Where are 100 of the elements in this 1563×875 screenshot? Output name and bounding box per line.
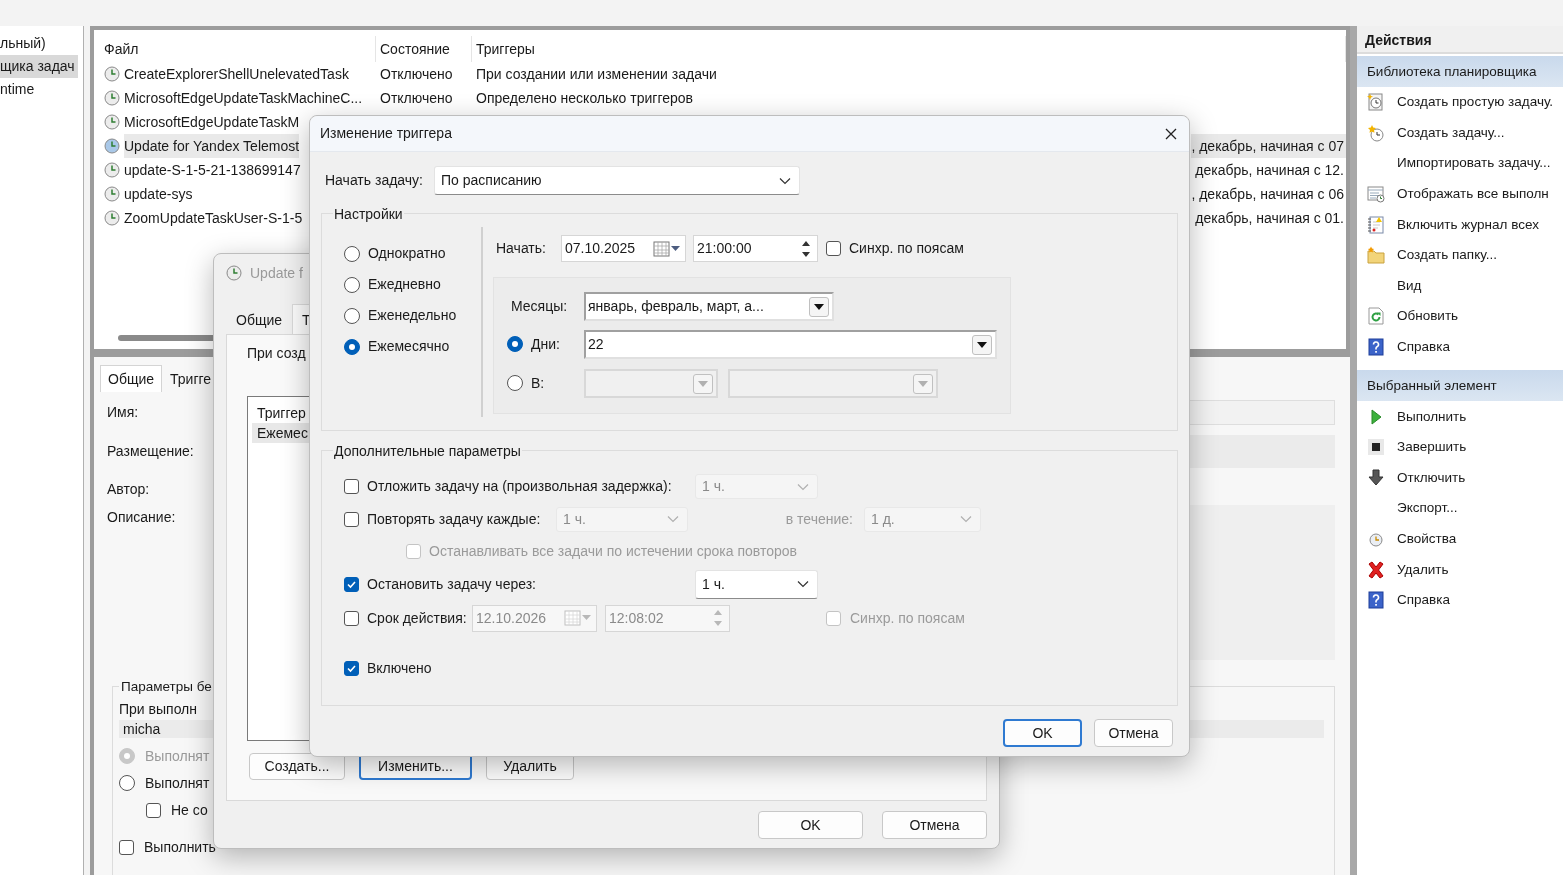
column-header[interactable]: Триггеры [472, 36, 1346, 62]
radio-button[interactable] [507, 336, 523, 353]
checkbox[interactable] [826, 610, 841, 626]
option-label: Синхр. по поясам [850, 609, 965, 627]
action-item[interactable]: Экспорт... [1357, 493, 1563, 524]
checkbox[interactable] [119, 839, 134, 855]
action-item[interactable]: Создать задачу... [1357, 117, 1563, 149]
checkbox[interactable] [406, 543, 421, 559]
task-name[interactable]: CreateExplorerShellUnelevatedTask [124, 62, 349, 86]
refresh-icon [1367, 307, 1385, 326]
tree-item[interactable]: льный) [0, 32, 78, 55]
task-state: Отключено [380, 90, 453, 106]
action-item[interactable]: Вид [1357, 270, 1563, 302]
radio-button[interactable] [119, 775, 135, 792]
radio-button[interactable] [344, 276, 360, 293]
task-trigger: , декабрь, начиная с 06 [1191, 185, 1345, 204]
task-name[interactable]: Update for Yandex Telemost [124, 134, 300, 158]
action-item[interactable]: Отображать все выполн [1357, 178, 1563, 210]
task-name[interactable]: update-sys [124, 182, 193, 206]
tree-item[interactable]: ntime [0, 78, 78, 101]
stop-icon [1367, 438, 1385, 457]
action-item[interactable]: Свойства [1357, 523, 1563, 555]
calendar-icon [653, 240, 681, 257]
option-label: Дни: [531, 336, 560, 353]
cancel-button[interactable]: Отмена [1094, 719, 1173, 747]
help-icon [1367, 591, 1385, 610]
action-item[interactable]: Импортировать задачу... [1357, 148, 1563, 179]
tree-item[interactable]: щика задач [0, 55, 78, 78]
dropdown[interactable]: По расписанию [434, 166, 800, 195]
column-header[interactable]: Состояние [376, 36, 472, 62]
field-label: Автор: [107, 480, 151, 498]
column-header[interactable]: Триггер [252, 402, 311, 423]
help-icon [1367, 338, 1385, 357]
checkbox[interactable] [146, 802, 161, 818]
caret-icon [698, 380, 708, 387]
field-label: Описание: [107, 508, 177, 527]
action-item[interactable]: Включить журнал всех [1357, 209, 1563, 240]
radio-button[interactable] [507, 375, 523, 392]
action-item[interactable]: Справка [1357, 331, 1563, 363]
option-label: В: [531, 375, 545, 392]
column-header[interactable]: Файл [104, 36, 376, 62]
checkbox[interactable] [344, 576, 359, 592]
dialog-button[interactable]: Создать... [249, 752, 345, 780]
radio-button[interactable] [344, 245, 360, 262]
field-label: При выполн [119, 701, 199, 718]
action-item[interactable]: Отключить [1357, 462, 1563, 494]
date-field[interactable]: 07.10.2025 [561, 235, 686, 262]
clock-star-icon [1367, 123, 1385, 142]
task-state: Отключено [380, 66, 453, 82]
chevron-icon [797, 580, 809, 588]
section-header[interactable]: Выбранный элемент [1357, 370, 1563, 402]
clock-icon [104, 186, 120, 202]
ok-button[interactable]: OK [1003, 719, 1082, 747]
dropdown[interactable]: январь, февраль, март, а... [584, 292, 834, 321]
time-field[interactable]: 21:00:00 [693, 235, 818, 262]
option-label: Еженедельно [368, 307, 457, 324]
option-label: Выполнят [145, 774, 210, 792]
task-name[interactable]: MicrosoftEdgeUpdateTaskMachineC... [124, 86, 363, 110]
section-header[interactable]: Библиотека планировщика [1357, 56, 1563, 87]
task-trigger: , декабрь, начиная с 07 [1191, 134, 1346, 158]
task-trigger: При создании или изменении задачи [476, 65, 717, 84]
dropdown[interactable]: 1 ч. [695, 569, 818, 599]
tab[interactable]: Общие [226, 304, 293, 334]
task-name[interactable]: update-S-1-5-21-138699147 [124, 158, 301, 182]
field-label: Начать: [495, 240, 547, 257]
clock-icon [226, 265, 242, 281]
option-label: Повторять задачу каждые: [367, 510, 542, 528]
checkbox[interactable] [344, 610, 359, 626]
option-label: Срок действия: [367, 609, 468, 627]
action-item[interactable]: Обновить [1357, 301, 1563, 332]
radio-button[interactable] [344, 338, 360, 355]
folder-icon [1367, 246, 1385, 265]
task-trigger: Определено несколько триггеров [476, 89, 693, 108]
action-item[interactable]: Справка [1357, 584, 1563, 616]
checkbox[interactable] [344, 511, 359, 527]
checkbox[interactable] [344, 660, 359, 676]
dropdown[interactable]: 22 [584, 330, 997, 359]
checkbox[interactable] [826, 241, 841, 256]
action-item[interactable]: Выполнить [1357, 401, 1563, 432]
option-label: Выполнят [145, 747, 210, 765]
checkbox[interactable] [344, 479, 359, 494]
caret-icon [977, 341, 987, 348]
clock-icon [104, 90, 120, 106]
action-item[interactable]: Создать простую задачу. [1357, 87, 1563, 118]
field-label: Месяцы: [510, 298, 569, 315]
down-arrow-icon [1367, 468, 1385, 487]
tab[interactable]: Общие [100, 365, 163, 392]
action-item[interactable]: Создать папку... [1357, 239, 1563, 271]
ok-button[interactable]: OK [758, 811, 863, 839]
caret-icon [814, 303, 824, 310]
task-name[interactable]: MicrosoftEdgeUpdateTaskM [124, 110, 300, 134]
radio-button[interactable] [344, 307, 360, 324]
task-name[interactable]: ZoomUpdateTaskUser-S-1-5 [124, 206, 303, 230]
cancel-button[interactable]: Отмена [882, 811, 987, 839]
action-item[interactable]: Завершить [1357, 431, 1563, 463]
calendar-icon [564, 610, 592, 626]
task-trigger: декабрь, начиная с 12. [1195, 161, 1345, 180]
action-item[interactable]: Удалить [1357, 554, 1563, 585]
chevron-icon [667, 515, 679, 523]
clock-icon [104, 210, 120, 226]
